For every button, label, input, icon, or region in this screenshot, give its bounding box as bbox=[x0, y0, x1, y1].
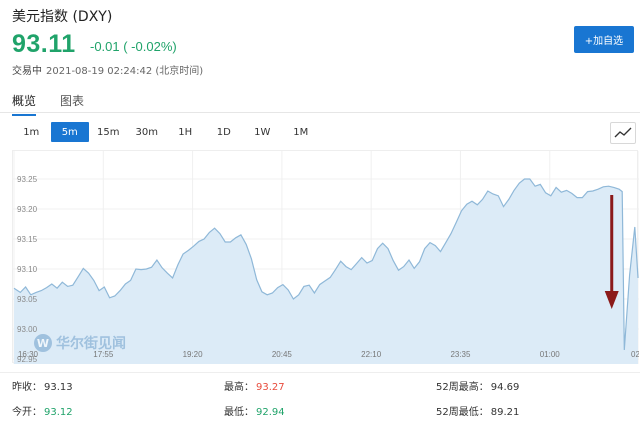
stat-open: 今开： 93.12 bbox=[12, 403, 73, 418]
stat-52w-low: 52周最低： 89.21 bbox=[436, 403, 519, 418]
stat-52w-high: 52周最高： 94.69 bbox=[436, 378, 519, 393]
stat-label: 最高： bbox=[224, 382, 254, 393]
range-1h[interactable]: 1H bbox=[166, 122, 205, 142]
watermark-text: 华尔街见闻 bbox=[56, 336, 126, 352]
y-tick-label: 93.20 bbox=[17, 205, 38, 214]
x-tick-label: 23:35 bbox=[450, 350, 471, 359]
tabs-divider bbox=[0, 112, 640, 113]
x-tick-label: 20:45 bbox=[272, 350, 293, 359]
price-chart[interactable]: 93.25 93.20 93.15 93.10 93.05 93.00 92.95 16:30… bbox=[12, 150, 639, 364]
range-1w[interactable]: 1W bbox=[243, 122, 282, 142]
stat-value: 93.12 bbox=[44, 407, 73, 418]
stat-value: 94.69 bbox=[490, 382, 520, 393]
x-tick-label: 19:20 bbox=[183, 350, 204, 359]
range-30m[interactable]: 30m bbox=[128, 122, 167, 142]
stat-label: 今开： bbox=[12, 407, 42, 418]
current-price: 93.11 bbox=[12, 30, 76, 58]
x-tick-label: 01:00 bbox=[540, 350, 561, 359]
stat-label: 52周最低： bbox=[436, 407, 489, 418]
add-watchlist-button[interactable]: +加自选 bbox=[574, 26, 634, 53]
y-tick-label: 93.05 bbox=[17, 295, 38, 304]
stat-label: 昨收： bbox=[12, 382, 42, 393]
y-tick-label: 93.25 bbox=[17, 175, 38, 184]
stat-label: 最低： bbox=[224, 407, 254, 418]
stats-divider bbox=[0, 372, 640, 373]
range-1mo[interactable]: 1M bbox=[282, 122, 321, 142]
range-5m[interactable]: 5m bbox=[50, 122, 89, 142]
trading-status: 交易中 2021-08-19 02:24:42 (北京时间) bbox=[12, 62, 203, 77]
status-label: 交易中 bbox=[12, 66, 42, 77]
range-1m[interactable]: 1m bbox=[12, 122, 51, 142]
x-tick-label: 02:2 bbox=[631, 350, 639, 359]
range-1d[interactable]: 1D bbox=[205, 122, 244, 142]
stat-high: 最高： 93.27 bbox=[224, 378, 285, 393]
stat-value: 93.27 bbox=[256, 382, 285, 393]
y-tick-label: 93.10 bbox=[17, 265, 38, 274]
instrument-title: 美元指数 (DXY) bbox=[12, 9, 113, 25]
line-chart-icon bbox=[614, 127, 632, 138]
x-tick-label: 22:10 bbox=[361, 350, 382, 359]
timestamp: 2021-08-19 02:24:42 (北京时间) bbox=[46, 66, 204, 77]
chart-type-button[interactable] bbox=[610, 122, 636, 144]
watermark-logo-icon: W bbox=[34, 334, 52, 352]
stat-low: 最低： 92.94 bbox=[224, 403, 285, 418]
stat-prev-close: 昨收： 93.13 bbox=[12, 378, 73, 393]
y-tick-label: 93.15 bbox=[17, 235, 38, 244]
price-change: -0.01 ( -0.02%) bbox=[90, 39, 177, 54]
range-15m[interactable]: 15m bbox=[89, 122, 128, 142]
stat-value: 92.94 bbox=[256, 407, 285, 418]
watermark: W 华尔街见闻 bbox=[34, 333, 126, 353]
stat-value: 89.21 bbox=[490, 407, 520, 418]
time-range-selector: 1m 5m 15m 30m 1H 1D 1W 1M bbox=[12, 122, 320, 142]
stat-label: 52周最高： bbox=[436, 382, 489, 393]
stat-value: 93.13 bbox=[44, 382, 73, 393]
